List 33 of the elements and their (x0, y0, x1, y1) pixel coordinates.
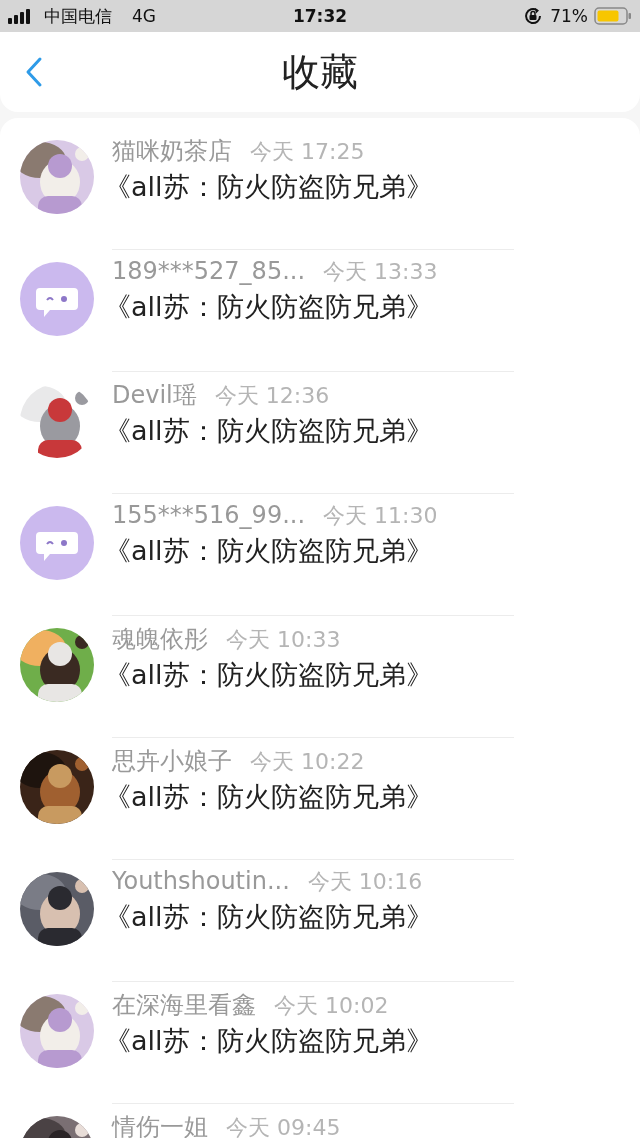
user-name: 猫咪奶茶店 (112, 136, 232, 167)
back-icon[interactable] (24, 56, 44, 88)
timestamp: 今天 10:16 (307, 868, 423, 896)
user-name: 思卉小娘子 (112, 746, 232, 777)
timestamp: 今天 12:36 (214, 382, 330, 410)
work-title[interactable]: 《all苏：防火防盗防兄弟》 (104, 1023, 514, 1059)
timestamp: 今天 13:33 (323, 258, 438, 286)
work-title[interactable]: 《all苏：防火防盗防兄弟》 (104, 413, 514, 449)
user-name: 189***527_85... (112, 257, 306, 285)
timestamp: 今天 10:33 (226, 626, 341, 654)
timestamp: 今天 10:02 (274, 992, 389, 1020)
work-title[interactable]: 《all苏：防火防盗防兄弟》 (104, 169, 514, 205)
work-title[interactable]: 《all苏：防火防盗防兄弟》 (104, 289, 514, 325)
user-name: 155***516_99... (112, 501, 306, 529)
user-name: 情伤一姐 (112, 1112, 208, 1138)
timestamp: 今天 09:45 (226, 1114, 341, 1138)
user-name: Devil瑶 (112, 380, 197, 411)
battery-icon (594, 7, 632, 25)
work-title[interactable]: 《all苏：防火防盗防兄弟》 (104, 657, 514, 693)
user-name: 在深海里看鑫 (112, 990, 256, 1021)
network-type: 4G (132, 6, 156, 26)
work-title[interactable]: 《all苏：防火防盗防兄弟》 (104, 779, 514, 815)
timestamp: 今天 11:30 (323, 502, 438, 530)
timestamp: 今天 10:22 (250, 748, 365, 776)
timestamp: 今天 17:25 (250, 138, 365, 166)
carrier-name: 中国电信 (44, 4, 112, 28)
user-name: 魂魄依彤 (112, 624, 208, 655)
clock: 17:32 (292, 6, 348, 26)
work-title[interactable]: 《all苏：防火防盗防兄弟》 (104, 533, 514, 569)
battery-percent: 71% (550, 6, 588, 26)
user-name: Youthshoutin... (112, 867, 290, 895)
work-title[interactable]: 《all苏：防火防盗防兄弟》 (104, 899, 514, 935)
page-title: 收藏 (282, 48, 358, 96)
